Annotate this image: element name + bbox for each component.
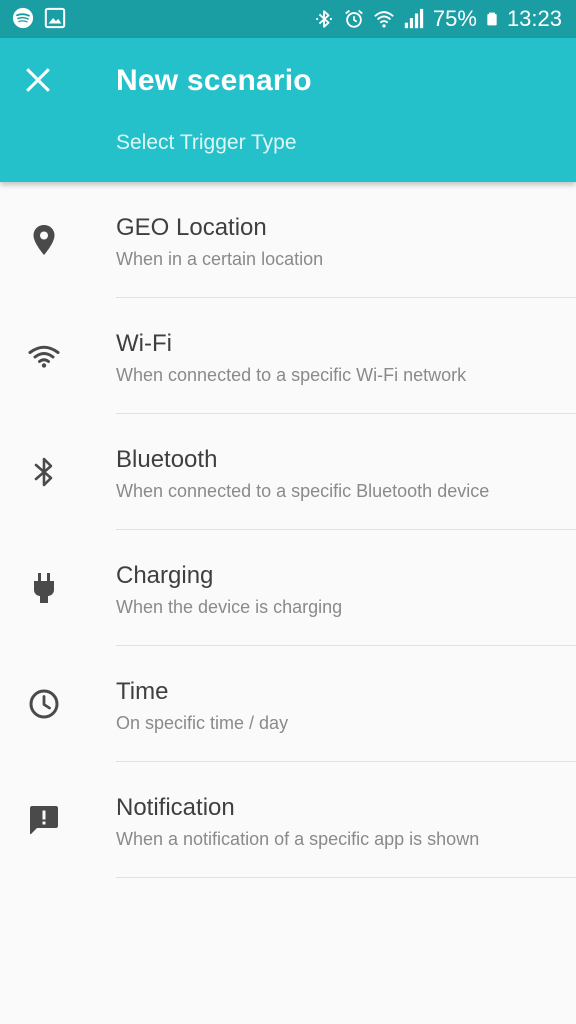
list-item-icon-wrapper <box>26 338 62 374</box>
trigger-type-list: GEO Location When in a certain location … <box>0 182 576 878</box>
bluetooth-icon <box>315 10 332 28</box>
wifi-icon <box>374 11 394 28</box>
list-item-icon-wrapper <box>26 570 62 606</box>
trigger-item-charging[interactable]: Charging When the device is charging <box>0 530 576 646</box>
list-item-title: GEO Location <box>116 214 267 241</box>
location-pin-icon <box>33 225 55 255</box>
page-subtitle: Select Trigger Type <box>116 131 297 154</box>
list-item-icon-wrapper <box>26 802 62 838</box>
list-divider <box>116 877 576 878</box>
list-item-subtitle: When a notification of a specific app is… <box>116 829 480 849</box>
close-button[interactable] <box>18 60 58 100</box>
trigger-item-time[interactable]: Time On specific time / day <box>0 646 576 762</box>
list-item-icon-wrapper <box>26 454 62 490</box>
list-item-icon-wrapper <box>26 686 62 722</box>
list-item-subtitle: When connected to a specific Wi-Fi netwo… <box>116 365 467 385</box>
list-item-title: Time <box>116 678 169 705</box>
list-item-icon-wrapper <box>26 222 62 258</box>
signal-icon <box>404 8 424 29</box>
notification-alert-icon <box>30 806 58 834</box>
page-title: New scenario <box>116 64 312 97</box>
trigger-item-notification[interactable]: Notification When a notification of a sp… <box>0 762 576 878</box>
alarm-icon <box>345 9 363 28</box>
spotify-icon <box>12 7 34 29</box>
trigger-item-bluetooth[interactable]: Bluetooth When connected to a specific B… <box>0 414 576 530</box>
trigger-item-geo-location[interactable]: GEO Location When in a certain location <box>0 182 576 298</box>
app-bar: New scenario Select Trigger Type <box>0 38 576 182</box>
close-icon <box>26 68 50 92</box>
screen: 75% 13:23 New scenario Select Trigger Ty… <box>0 0 576 1024</box>
list-item-subtitle: When in a certain location <box>116 249 324 269</box>
status-bar: 75% 13:23 <box>0 0 576 38</box>
status-left-icons <box>12 7 66 29</box>
clock-icon <box>29 689 59 719</box>
bluetooth-icon <box>34 457 53 487</box>
trigger-item-wifi[interactable]: Wi-Fi When connected to a specific Wi-Fi… <box>0 298 576 414</box>
list-item-subtitle: When connected to a specific Bluetooth d… <box>116 481 490 501</box>
status-right-icons: 75% 13:23 <box>313 5 562 33</box>
list-item-title: Charging <box>116 562 214 589</box>
list-item-title: Notification <box>116 794 235 821</box>
list-item-title: Bluetooth <box>116 446 218 473</box>
list-item-subtitle: When the device is charging <box>116 597 343 617</box>
battery-percent: 75% <box>432 6 477 31</box>
status-time: 13:23 <box>506 6 562 31</box>
list-item-subtitle: On specific time / day <box>116 713 289 733</box>
list-item-title: Wi-Fi <box>116 330 172 357</box>
gallery-icon <box>44 7 66 29</box>
battery-icon <box>487 12 497 26</box>
wifi-icon <box>28 345 60 368</box>
power-plug-icon <box>34 573 54 603</box>
